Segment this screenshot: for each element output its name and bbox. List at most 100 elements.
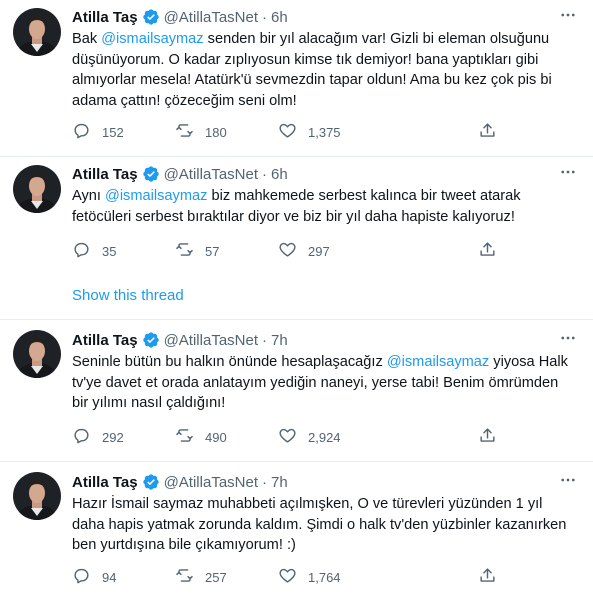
avatar[interactable]: [13, 330, 61, 378]
text-segment: fetöcüleri serbest bıraktılar diyor ve b…: [72, 208, 515, 225]
tweet-header: Atilla Taş @AtillaTasNet · 7h: [72, 330, 582, 350]
text-segment: daha hapis yatmak zorunda kaldım. Şimdi …: [72, 516, 567, 533]
retweet-button[interactable]: 180: [175, 122, 227, 142]
like-button[interactable]: 1,375: [278, 122, 341, 142]
author-handle[interactable]: @AtillaTasNet: [164, 9, 258, 26]
text-segment: almıyorlar mesela! Atatürk'ü sevmezdin t…: [72, 72, 552, 88]
retweet-count: 57: [205, 243, 220, 259]
like-button[interactable]: 297: [278, 241, 330, 261]
tweet[interactable]: Atilla Taş @AtillaTasNet · 7h Hazır İsma…: [0, 462, 593, 594]
reply-button[interactable]: 94: [72, 567, 116, 587]
avatar[interactable]: [13, 8, 61, 56]
more-icon[interactable]: [558, 470, 578, 490]
reply-button[interactable]: 35: [72, 241, 116, 261]
tweet-line: almıyorlar mesela! Atatürk'ü sevmezdin t…: [72, 70, 582, 91]
tweet-text: Hazır İsmail saymaz muhabbeti açılmışken…: [72, 494, 582, 556]
text-segment: ben yurtdışına bile çıkamıyorum! :): [72, 537, 296, 553]
tweet-line: adama çattın! çözeceğim seni olm!: [72, 91, 582, 112]
tweet-feed: Atilla Taş @AtillaTasNet · 6h Bak @ismai…: [0, 0, 593, 594]
tweet-actions: 94 257 1,764: [72, 567, 502, 587]
like-button[interactable]: 1,764: [278, 567, 341, 587]
tweet-line: Bak @ismailsaymaz senden bir yıl alacağı…: [72, 29, 582, 50]
tweet-header: Atilla Taş @AtillaTasNet · 6h: [72, 7, 582, 27]
reply-icon: [72, 240, 91, 262]
retweet-count: 257: [205, 569, 227, 585]
mention-link[interactable]: @ismailsaymaz: [387, 354, 489, 370]
retweet-count: 490: [205, 429, 227, 445]
like-count: 2,924: [308, 429, 341, 445]
avatar[interactable]: [13, 165, 61, 213]
share-button[interactable]: [478, 241, 497, 261]
tweet[interactable]: Atilla Taş @AtillaTasNet · 6h Bak @ismai…: [0, 0, 593, 156]
more-icon[interactable]: [558, 328, 578, 348]
reply-icon: [72, 121, 91, 143]
retweet-icon: [175, 566, 194, 588]
tweet-header: Atilla Taş @AtillaTasNet · 7h: [72, 472, 582, 492]
tweet-header: Atilla Taş @AtillaTasNet · 6h: [72, 164, 582, 184]
share-icon: [478, 566, 497, 588]
retweet-icon: [175, 121, 194, 143]
author-name[interactable]: Atilla Taş: [72, 332, 138, 349]
reply-count: 292: [102, 429, 124, 445]
retweet-button[interactable]: 490: [175, 427, 227, 447]
tweet-text: Bak @ismailsaymaz senden bir yıl alacağı…: [72, 29, 582, 111]
reply-count: 35: [102, 243, 117, 259]
avatar[interactable]: [13, 472, 61, 520]
text-segment: tv'ye davet et orada anlatayım yediğin n…: [72, 374, 559, 391]
timestamp[interactable]: 7h: [271, 474, 288, 491]
author-handle[interactable]: @AtillaTasNet: [164, 474, 258, 491]
like-button[interactable]: 2,924: [278, 427, 341, 447]
author-handle[interactable]: @AtillaTasNet: [164, 332, 258, 349]
reply-button[interactable]: 292: [72, 427, 124, 447]
share-button[interactable]: [478, 122, 497, 142]
share-icon: [478, 121, 497, 143]
author-name[interactable]: Atilla Taş: [72, 9, 138, 26]
tweet-line: düşünüyorum. O kadar zıplıyosun kimse tı…: [72, 50, 582, 71]
retweet-button[interactable]: 257: [175, 567, 227, 587]
tweet-line: Seninle bütün bu halkın önünde hesaplaşa…: [72, 352, 582, 373]
reply-icon: [72, 566, 91, 588]
verified-badge-icon: [142, 473, 160, 491]
mention-link[interactable]: @ismailsaymaz: [101, 31, 203, 47]
text-segment: senden bir yıl alacağım var! Gizli bi el…: [203, 31, 550, 47]
mention-link[interactable]: @ismailsaymaz: [105, 188, 207, 204]
retweet-icon: [175, 240, 194, 262]
timestamp[interactable]: 6h: [271, 166, 288, 183]
separator-dot: ·: [262, 473, 268, 491]
tweet-line: bir yılımı nasıl çaldığını!: [72, 393, 582, 414]
like-count: 1,764: [308, 569, 341, 585]
author-name[interactable]: Atilla Taş: [72, 474, 138, 491]
timestamp[interactable]: 7h: [271, 332, 288, 349]
share-button[interactable]: [478, 567, 497, 587]
separator-dot: ·: [262, 331, 268, 349]
like-count: 297: [308, 243, 330, 259]
tweet[interactable]: Atilla Taş @AtillaTasNet · 7h Seninle bü…: [0, 320, 593, 461]
verified-badge-icon: [142, 331, 160, 349]
verified-badge-icon: [142, 165, 160, 183]
share-icon: [478, 426, 497, 448]
tweet-line: tv'ye davet et orada anlatayım yediğin n…: [72, 373, 582, 394]
reply-button[interactable]: 152: [72, 122, 124, 142]
text-segment: Seninle bütün bu halkın önünde hesaplaşa…: [72, 354, 387, 370]
tweet-actions: 292 490 2,924: [72, 427, 502, 447]
text-segment: düşünüyorum. O kadar zıplıyosun kimse tı…: [72, 51, 539, 68]
tweet-line: fetöcüleri serbest bıraktılar diyor ve b…: [72, 207, 582, 228]
tweet-line: daha hapis yatmak zorunda kaldım. Şimdi …: [72, 515, 582, 536]
more-icon[interactable]: [558, 162, 578, 182]
author-handle[interactable]: @AtillaTasNet: [164, 166, 258, 183]
show-thread-link[interactable]: Show this thread: [72, 287, 184, 304]
text-segment: Bak: [72, 31, 102, 47]
tweet-text: Aynı @ismailsaymaz biz mahkemede serbest…: [72, 186, 582, 227]
author-name[interactable]: Atilla Taş: [72, 166, 138, 183]
retweet-icon: [175, 426, 194, 448]
more-icon[interactable]: [558, 5, 578, 25]
reply-count: 152: [102, 124, 124, 140]
share-button[interactable]: [478, 427, 497, 447]
text-segment: adama çattın! çözeceğim seni olm!: [72, 92, 297, 109]
like-count: 1,375: [308, 124, 341, 140]
retweet-button[interactable]: 57: [175, 241, 219, 261]
share-icon: [478, 240, 497, 262]
like-icon: [278, 426, 297, 448]
timestamp[interactable]: 6h: [271, 9, 288, 26]
separator-dot: ·: [262, 165, 268, 183]
